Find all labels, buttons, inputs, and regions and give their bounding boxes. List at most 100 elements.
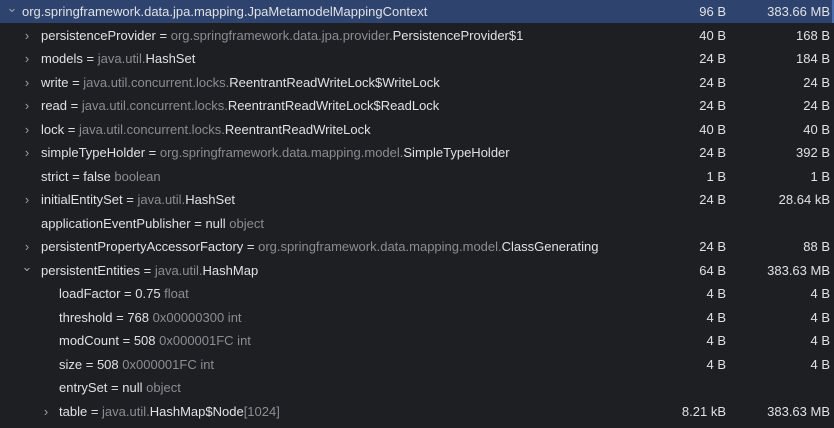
type-hint: [1024] xyxy=(243,403,280,419)
equals-sign: = xyxy=(82,51,98,66)
type-hint: object xyxy=(225,215,264,231)
field-label: modCount = 508 0x000001FC int xyxy=(59,329,251,352)
equals-sign: = xyxy=(67,98,82,113)
retained-size: 88 B xyxy=(803,239,830,254)
type-hint: object xyxy=(142,380,181,395)
equals-sign: = xyxy=(122,192,138,207)
package-name: org.springframework.data.mapping.model. xyxy=(159,145,404,160)
tree-row[interactable]: › read = java.util.concurrent.locks.Reent… xyxy=(0,94,834,117)
chevron-right-icon[interactable]: › xyxy=(21,24,33,47)
type-hint: boolean xyxy=(110,168,161,184)
value-text: SimpleTypeHolder xyxy=(403,145,510,160)
equals-sign: = xyxy=(155,27,171,43)
package-name: java.util. xyxy=(154,262,203,278)
retained-size: 1 B xyxy=(810,168,830,184)
tree-row[interactable]: modCount = 508 0x000001FC int 4 B 4 B xyxy=(0,329,834,352)
chevron-right-icon[interactable]: › xyxy=(21,94,33,117)
field-label: lock = java.util.concurrent.locks.Reentr… xyxy=(41,118,371,141)
shallow-size: 8.21 kB xyxy=(681,403,726,419)
field-label: models = java.util.HashSet xyxy=(41,47,195,70)
tree-row[interactable]: › write = java.util.concurrent.locks.Reen… xyxy=(0,71,834,94)
equals-sign: = xyxy=(112,309,128,325)
tree-row[interactable]: › simpleTypeHolder = org.springframework.… xyxy=(0,141,834,164)
value-text: HashSet xyxy=(185,192,236,207)
shallow-size: 4 B xyxy=(706,286,726,301)
value-text: 508 xyxy=(96,356,119,372)
shallow-size: 24 B xyxy=(699,98,726,113)
retained-size: 168 B xyxy=(796,27,830,43)
tree-row[interactable]: › table = java.util.HashMap$Node[1024] 8.2… xyxy=(0,400,834,423)
tree-row[interactable]: strict = false boolean 1 B 1 B xyxy=(0,165,834,188)
tree-row[interactable]: size = 508 0x000001FC int 4 B 4 B xyxy=(0,353,834,376)
object-tree: ⌄ org.springframework.data.jpa.mapping.Jp… xyxy=(0,0,834,428)
value-text: HashMap xyxy=(202,262,259,278)
value-text: ReentrantReadWriteLock$WriteLock xyxy=(229,74,440,90)
tree-row[interactable]: › lock = java.util.concurrent.locks.Reent… xyxy=(0,118,834,141)
tree-row[interactable]: › persistenceProvider = org.springframewo… xyxy=(0,24,834,47)
field-name: entrySet xyxy=(59,380,108,395)
field-label: read = java.util.concurrent.locks.Reentr… xyxy=(41,94,439,117)
field-name: simpleTypeHolder xyxy=(41,145,146,160)
chevron-right-icon[interactable]: › xyxy=(40,400,52,423)
shallow-size: 4 B xyxy=(706,309,726,325)
field-name: persistentPropertyAccessorFactory xyxy=(41,239,244,254)
equals-sign: = xyxy=(118,333,134,348)
equals-sign: = xyxy=(190,215,206,231)
field-name: table xyxy=(59,403,88,419)
package-name: java.util. xyxy=(137,192,186,207)
field-name: write xyxy=(41,74,69,90)
equals-sign: = xyxy=(82,356,97,372)
chevron-right-icon[interactable]: › xyxy=(21,235,33,258)
value-text: null xyxy=(205,215,226,231)
value-text: false xyxy=(83,168,111,184)
type-hint: 0x00000300 int xyxy=(149,309,242,325)
field-name: size xyxy=(59,356,83,372)
tree-row[interactable]: threshold = 768 0x00000300 int 4 B 4 B xyxy=(0,306,834,329)
retained-size: 28.64 kB xyxy=(778,192,830,207)
value-text: ClassGenerating xyxy=(501,239,599,254)
retained-size: 40 B xyxy=(803,121,830,137)
chevron-right-icon[interactable]: › xyxy=(21,141,33,164)
value-text: PersistenceProvider$1 xyxy=(392,27,524,43)
type-hint: 0x000001FC int xyxy=(155,333,251,348)
retained-size: 4 B xyxy=(810,356,830,372)
equals-sign: = xyxy=(145,145,160,160)
shallow-size: 4 B xyxy=(706,356,726,372)
shallow-size: 24 B xyxy=(699,74,726,90)
field-name: read xyxy=(41,98,68,113)
field-name: strict xyxy=(41,168,69,184)
tree-row[interactable]: loadFactor = 0.75 float 4 B 4 B xyxy=(0,282,834,305)
field-label: persistenceProvider = org.springframewor… xyxy=(41,24,523,47)
package-name: java.util.concurrent.locks. xyxy=(78,121,225,137)
shallow-size: 1 B xyxy=(706,168,726,184)
tree-row[interactable]: entrySet = null object xyxy=(0,376,834,399)
chevron-right-icon[interactable]: › xyxy=(21,71,33,94)
retained-size: 383.66 MB xyxy=(767,4,830,19)
tree-row[interactable]: › models = java.util.HashSet 24 B 184 B xyxy=(0,47,834,70)
equals-sign: = xyxy=(87,403,103,419)
field-name: lock xyxy=(41,121,65,137)
shallow-size: 40 B xyxy=(699,27,726,43)
chevron-right-icon[interactable]: › xyxy=(21,188,33,211)
chevron-right-icon[interactable]: › xyxy=(21,118,33,141)
chevron-down-icon[interactable]: ⌄ xyxy=(6,0,18,23)
chevron-right-icon[interactable]: › xyxy=(21,47,33,70)
retained-size: 4 B xyxy=(810,309,830,325)
tree-row[interactable]: ⌄ persistentEntities = java.util.HashMap 6… xyxy=(0,259,834,282)
package-name: java.util.concurrent.locks. xyxy=(83,74,230,90)
retained-size: 383.63 MB xyxy=(767,403,830,419)
tree-row[interactable]: › persistentPropertyAccessorFactory = org… xyxy=(0,235,834,258)
equals-sign: = xyxy=(68,74,84,90)
field-label: applicationEventPublisher = null object xyxy=(41,212,264,235)
tree-row[interactable]: applicationEventPublisher = null object xyxy=(0,212,834,235)
field-label: entrySet = null object xyxy=(59,376,181,399)
tree-row[interactable]: › initialEntitySet = java.util.HashSet 24 … xyxy=(0,188,834,211)
retained-size: 392 B xyxy=(796,145,830,160)
equals-sign: = xyxy=(120,286,136,301)
field-name: applicationEventPublisher xyxy=(41,215,191,231)
shallow-size: 64 B xyxy=(699,262,726,278)
field-label: threshold = 768 0x00000300 int xyxy=(59,306,242,329)
tree-row[interactable]: ⌄ org.springframework.data.jpa.mapping.Jp… xyxy=(0,0,834,23)
chevron-down-icon[interactable]: ⌄ xyxy=(21,259,33,282)
retained-size: 4 B xyxy=(810,333,830,348)
